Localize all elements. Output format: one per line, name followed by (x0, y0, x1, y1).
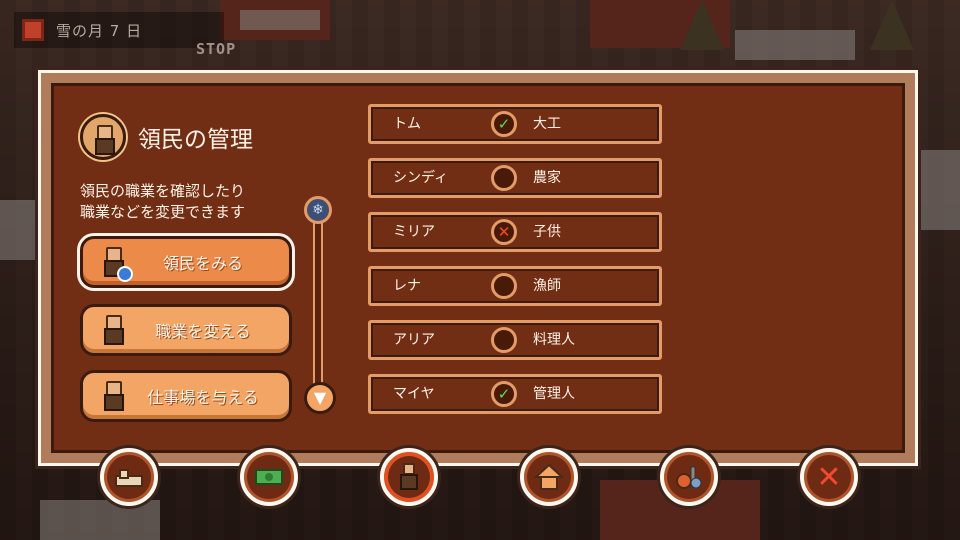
villager-job: 漁師 (533, 278, 561, 294)
panel-title: 領民の管理 (138, 127, 253, 153)
date-text: 雪の月 7 日 (56, 21, 143, 40)
description-line-2: 職業などを変更できます (80, 203, 246, 221)
villager-row[interactable]: トム ✓ 大工 (368, 104, 662, 144)
empty-circle-icon (491, 273, 517, 299)
villager-name: ミリア (393, 224, 435, 240)
money-icon (244, 452, 294, 502)
check-icon: ✓ (491, 111, 517, 137)
flag-icon[interactable] (22, 19, 44, 41)
villager-management-panel: 領民の管理 領民の職業を確認したり 職業などを変更できます 領民をみる 職業を変… (38, 70, 918, 466)
panel-description: 領民の職業を確認したり 職業などを変更できます (80, 181, 310, 223)
villager-job: 大工 (533, 116, 561, 132)
villager-row[interactable]: アリア 料理人 (368, 320, 662, 360)
cross-icon: ✕ (491, 219, 517, 245)
empty-circle-icon (491, 327, 517, 353)
change-job-icon (97, 312, 131, 348)
villager-portrait-icon (80, 114, 126, 160)
close-icon: ✕ (816, 459, 842, 495)
villager-row[interactable]: レナ 漁師 (368, 266, 662, 306)
build-button[interactable] (100, 448, 158, 506)
view-villagers-label: 領民をみる (162, 254, 243, 273)
check-icon: ✓ (491, 381, 517, 407)
villager-name: シンディ (393, 170, 449, 186)
villager-job: 農家 (533, 170, 561, 186)
villager-row[interactable]: シンディ 農家 (368, 158, 662, 198)
villager-row[interactable]: ミリア ✕ 子供 (368, 212, 662, 252)
view-villagers-button[interactable]: 領民をみる (80, 236, 292, 288)
house-button[interactable] (520, 448, 578, 506)
date-display: 雪の月 7 日 (14, 12, 224, 48)
villager-name: アリア (393, 332, 435, 348)
change-job-button[interactable]: 職業を変える (80, 304, 292, 356)
assign-workplace-button[interactable]: 仕事場を与える (80, 370, 292, 422)
villager-name: マイヤ (393, 386, 435, 402)
villager-job: 料理人 (533, 332, 575, 348)
money-button[interactable] (240, 448, 298, 506)
description-line-1: 領民の職業を確認したり (80, 182, 246, 200)
resources-button[interactable] (660, 448, 718, 506)
search-villager-icon (97, 244, 133, 282)
villager-job: 管理人 (533, 386, 575, 402)
list-scrollbar[interactable]: ❄ ▼ (304, 196, 336, 414)
change-job-label: 職業を変える (155, 322, 251, 341)
stop-label: STOP (196, 40, 237, 58)
build-icon (104, 452, 154, 502)
empty-circle-icon (491, 165, 517, 191)
panel-header: 領民の管理 (80, 114, 253, 160)
scroll-down-chevron-icon[interactable]: ▼ (304, 382, 336, 414)
villager-job: 子供 (533, 224, 561, 240)
villager-name: トム (393, 116, 421, 132)
resources-icon (664, 452, 714, 502)
scroll-rail[interactable] (313, 216, 323, 396)
assign-workplace-icon (97, 378, 131, 414)
villager-name: レナ (393, 278, 421, 294)
villager-button[interactable] (380, 448, 438, 506)
villager-row[interactable]: マイヤ ✓ 管理人 (368, 374, 662, 414)
scroll-up-snowflake-icon[interactable]: ❄ (304, 196, 332, 224)
villager-icon (384, 452, 434, 502)
house-icon (524, 452, 574, 502)
panel-body: 領民の管理 領民の職業を確認したり 職業などを変更できます 領民をみる 職業を変… (51, 83, 905, 453)
close-button[interactable]: ✕ (800, 448, 858, 506)
assign-workplace-label: 仕事場を与える (147, 388, 259, 407)
